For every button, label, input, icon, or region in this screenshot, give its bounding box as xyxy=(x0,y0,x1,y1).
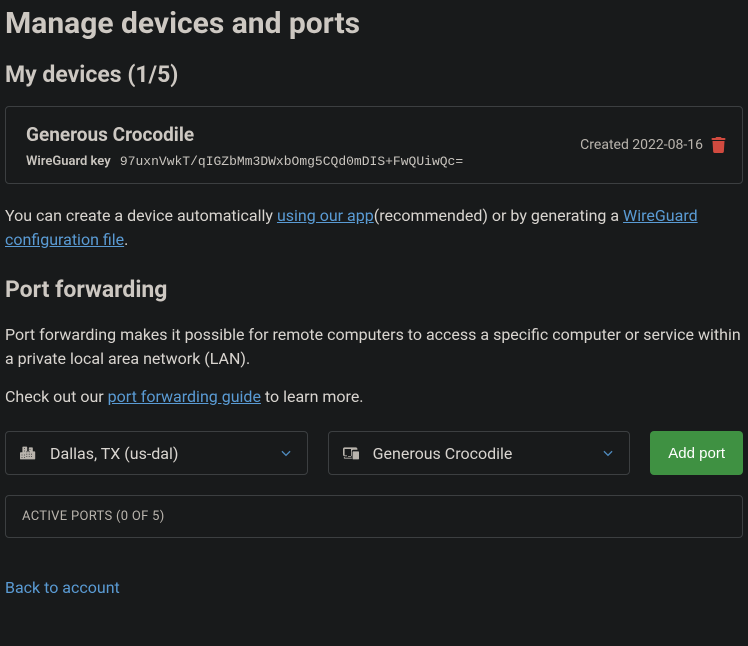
port-forwarding-heading: Port forwarding xyxy=(5,276,743,303)
device-card: Generous Crocodile WireGuard key 97uxnVw… xyxy=(5,106,743,184)
create-device-text: You can create a device automatically us… xyxy=(5,204,743,252)
port-forwarding-guide-text: Check out our port forwarding guide to l… xyxy=(5,385,743,409)
wireguard-key-row: WireGuard key 97uxnVwkT/qIGZbMm3DWxbOmg5… xyxy=(26,154,722,169)
using-our-app-link[interactable]: using our app xyxy=(277,206,374,225)
port-forwarding-guide-link[interactable]: port forwarding guide xyxy=(108,387,261,406)
chevron-down-icon xyxy=(279,446,293,460)
devices-icon xyxy=(343,445,359,461)
page-title: Manage devices and ports xyxy=(5,6,743,41)
add-port-button[interactable]: Add port xyxy=(650,431,743,475)
trash-icon[interactable] xyxy=(711,137,726,153)
wireguard-key-label: WireGuard key xyxy=(26,154,111,169)
port-forwarding-controls: Dallas, TX (us-dal) Generous Crocodile A… xyxy=(5,431,743,475)
location-select[interactable]: Dallas, TX (us-dal) xyxy=(5,431,308,475)
my-devices-heading: My devices (1/5) xyxy=(5,61,743,88)
wireguard-key-value: 97uxnVwkT/qIGZbMm3DWxbOmg5CQd0mDIS+FwQUi… xyxy=(120,154,463,169)
chevron-down-icon xyxy=(601,446,615,460)
active-ports-panel: ACTIVE PORTS (0 OF 5) xyxy=(5,495,743,538)
location-select-value: Dallas, TX (us-dal) xyxy=(50,444,265,463)
device-created-label: Created 2022-08-16 xyxy=(580,137,703,153)
city-icon xyxy=(20,445,36,461)
back-to-account-link[interactable]: Back to account xyxy=(5,578,120,597)
port-forwarding-description: Port forwarding makes it possible for re… xyxy=(5,323,743,371)
device-select-value: Generous Crocodile xyxy=(373,444,588,463)
device-select[interactable]: Generous Crocodile xyxy=(328,431,631,475)
